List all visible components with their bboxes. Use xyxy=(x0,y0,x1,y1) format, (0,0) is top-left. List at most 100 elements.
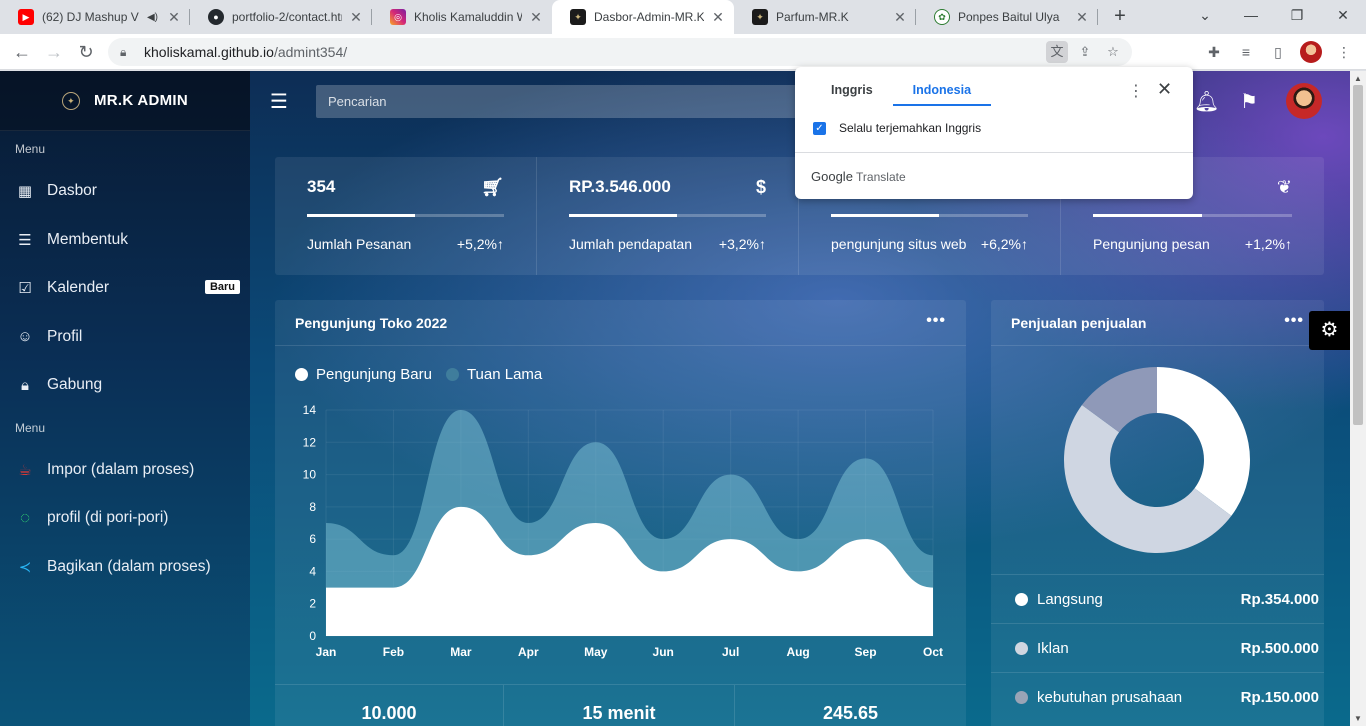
stat-progress xyxy=(1093,214,1292,217)
search-input[interactable] xyxy=(316,85,816,118)
x-tick-label: Jan xyxy=(316,645,337,659)
cart-icon: 🛒︎ xyxy=(481,177,504,197)
browser-tab[interactable]: ◎ Kholis Kamaluddin Wa ✕ xyxy=(372,0,552,34)
stat-value: RP.3.546.000 xyxy=(569,177,671,196)
summary-value: 10.000 xyxy=(275,685,504,726)
lock-icon: 🔒︎ xyxy=(21,376,29,394)
close-tab-icon[interactable]: ✕ xyxy=(892,9,908,26)
browser-tab[interactable]: ✿ Ponpes Baitul Ulya ✕ xyxy=(916,0,1098,34)
y-tick-label: 14 xyxy=(303,403,317,417)
chrome-menu-icon[interactable]: ⋮ xyxy=(1334,40,1354,64)
brand[interactable]: ✦ MR.K ADMIN xyxy=(0,71,250,131)
sidebar-item-bagikan[interactable]: ≺ Bagikan (dalam proses) xyxy=(0,543,250,592)
dollar-icon: $ xyxy=(755,177,766,197)
tab-title: Ponpes Baitul Ulya xyxy=(958,10,1060,24)
visitors-summary: 10.000 15 menit 245.65 xyxy=(275,684,966,726)
profile-avatar-icon[interactable] xyxy=(1300,41,1322,63)
minimize-button[interactable]: — xyxy=(1228,0,1274,34)
site-logo-icon: ✦ xyxy=(752,9,768,25)
close-tab-icon[interactable]: ✕ xyxy=(710,9,726,26)
side-panel-icon[interactable]: ▯ xyxy=(1268,40,1288,64)
x-tick-label: Oct xyxy=(923,645,943,659)
sidebar-item-kalender[interactable]: ☑ Kalender Baru xyxy=(0,264,250,313)
forward-arrow-icon[interactable]: → xyxy=(42,40,66,64)
sidebar-item-dasbor[interactable]: ▦ Dasbor xyxy=(0,167,250,216)
translate-icon[interactable]: 文 xyxy=(1046,41,1068,63)
close-tab-icon[interactable]: ✕ xyxy=(1074,9,1090,26)
sidebar-item-label: Profil xyxy=(47,327,83,345)
ponpes-logo-icon: ✿ xyxy=(934,9,950,25)
youtube-icon: ▶ xyxy=(18,9,34,25)
tab-title: Dasbor-Admin-MR.K xyxy=(594,10,704,24)
browser-tab[interactable]: ▶ (62) DJ Mashup V ◀) ✕ xyxy=(0,0,190,34)
scroll-down-icon[interactable]: ▼ xyxy=(1353,714,1363,723)
audio-icon[interactable]: ◀) xyxy=(147,12,158,23)
sidebar-item-label: Dasbor xyxy=(47,182,97,200)
browser-tab-active[interactable]: ✦ Dasbor-Admin-MR.K ✕ xyxy=(552,0,734,34)
sidebar-item-label: profil (di pori-pori) xyxy=(47,509,169,527)
close-window-button[interactable]: ✕ xyxy=(1320,0,1366,34)
restore-button[interactable]: ❐ xyxy=(1274,0,1320,34)
address-bar[interactable]: 🔒︎ kholiskamal.github.io/admint354/ 文 ⇪ … xyxy=(108,38,1132,66)
more-options-icon[interactable]: ••• xyxy=(1284,312,1304,330)
sidebar-item-label: Gabung xyxy=(47,376,103,394)
sidebar-item-impor[interactable]: ☕︎ Impor (dalam proses) xyxy=(0,446,250,495)
sidebar-item-label: Membentuk xyxy=(47,230,128,248)
y-tick-label: 4 xyxy=(309,564,316,578)
donut-slice-1 xyxy=(1157,367,1250,516)
list-item-value: Rp.354.000 xyxy=(1240,590,1319,608)
scroll-up-icon[interactable]: ▲ xyxy=(1353,74,1363,83)
x-tick-label: Jun xyxy=(653,645,674,659)
tab-title: portfolio-2/contact.htm xyxy=(232,10,342,24)
scrollbar-thumb[interactable] xyxy=(1353,85,1363,425)
extensions-puzzle-icon[interactable]: ✚ xyxy=(1204,40,1224,64)
calendar-icon: ☑ xyxy=(18,280,32,298)
sidebar-item-profil-pori[interactable]: ◌ profil (di pori-pori) xyxy=(0,494,250,543)
bell-icon[interactable]: 🔔︎ xyxy=(1194,89,1219,114)
sidebar-item-membentuk[interactable]: ☰ Membentuk xyxy=(0,216,250,265)
media-queue-icon[interactable]: ≡ xyxy=(1236,40,1256,64)
close-icon[interactable]: ✕ xyxy=(1157,79,1172,100)
dashboard-icon: ▦ xyxy=(17,183,33,201)
tab-search-chevron-icon[interactable]: ⌄ xyxy=(1182,0,1228,34)
new-tab-button[interactable]: + xyxy=(1108,4,1132,28)
back-arrow-icon[interactable]: ← xyxy=(10,40,34,64)
close-tab-icon[interactable]: ✕ xyxy=(528,9,544,26)
stat-orders: 354 🛒︎ Jumlah Pesanan +5,2%↑ xyxy=(275,157,537,275)
site-logo-icon: ✦ xyxy=(570,9,586,25)
y-tick-label: 6 xyxy=(309,532,316,546)
settings-gear-button[interactable]: ⚙ xyxy=(1309,311,1350,350)
github-icon: ● xyxy=(208,9,224,25)
sidebar-item-gabung[interactable]: 🔒︎ Gabung xyxy=(0,361,250,410)
translate-tab-target[interactable]: Indonesia xyxy=(892,67,992,106)
sidebar-item-label: Impor (dalam proses) xyxy=(47,460,195,478)
lock-icon[interactable]: 🔒︎ xyxy=(120,45,134,60)
sales-card: Penjualan penjualan ••• Langsung Rp.354.… xyxy=(991,300,1324,726)
translate-tab-source[interactable]: Inggris xyxy=(811,67,893,106)
browser-tab[interactable]: ● portfolio-2/contact.htm ✕ xyxy=(190,0,372,34)
hamburger-menu-icon[interactable]: ☰ xyxy=(270,89,290,114)
close-tab-icon[interactable]: ✕ xyxy=(348,9,364,26)
close-tab-icon[interactable]: ✕ xyxy=(166,9,182,26)
list-item-value: Rp.500.000 xyxy=(1240,639,1319,657)
list-dot xyxy=(1015,641,1028,655)
always-translate-checkbox[interactable]: ✓ xyxy=(813,122,826,135)
browser-tab[interactable]: ✦ Parfum-MR.K ✕ xyxy=(734,0,916,34)
y-tick-label: 10 xyxy=(303,468,317,482)
y-tick-label: 12 xyxy=(303,435,317,449)
translate-menu-icon[interactable]: ⋮ xyxy=(1128,81,1144,101)
x-tick-label: Aug xyxy=(786,645,809,659)
avatar[interactable] xyxy=(1286,83,1322,119)
flag-icon[interactable]: ⚑ xyxy=(1240,89,1258,114)
tab-title: (62) DJ Mashup V xyxy=(42,10,139,24)
bookmark-star-icon[interactable]: ☆ xyxy=(1102,41,1124,63)
page-scrollbar[interactable]: ▲ ▼ xyxy=(1350,71,1366,726)
google-logo: Google xyxy=(811,169,853,184)
reload-icon[interactable]: ↻ xyxy=(74,40,98,64)
more-options-icon[interactable]: ••• xyxy=(926,312,946,330)
stat-change: +5,2%↑ xyxy=(456,236,504,252)
browser-toolbar: ← → ↻ 🔒︎ kholiskamal.github.io/admint354… xyxy=(0,34,1366,70)
y-tick-label: 2 xyxy=(309,597,316,611)
sidebar-item-profil[interactable]: ☺ Profil xyxy=(0,313,250,362)
share-page-icon[interactable]: ⇪ xyxy=(1074,41,1096,63)
